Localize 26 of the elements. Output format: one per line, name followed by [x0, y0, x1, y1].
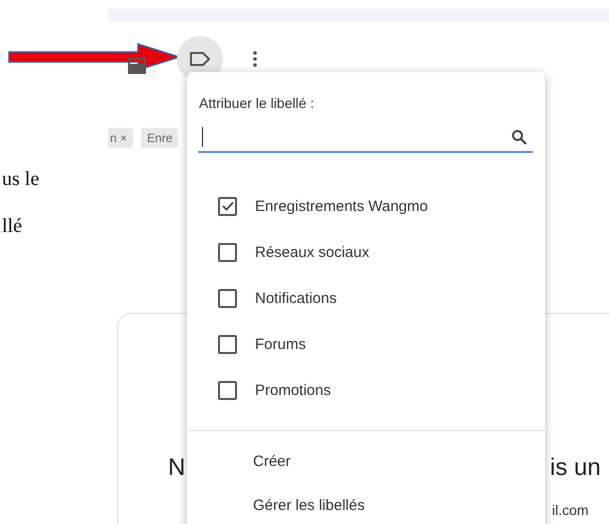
- document-text: llé: [2, 215, 22, 238]
- text-cursor: [202, 127, 203, 147]
- archive-icon[interactable]: [128, 58, 146, 74]
- card-title: N: [168, 454, 186, 482]
- label-option[interactable]: Notifications: [187, 275, 545, 321]
- document-text: us le: [2, 168, 40, 191]
- checkbox[interactable]: [218, 334, 237, 354]
- label-chip[interactable]: Enre: [141, 128, 178, 148]
- menu-item[interactable]: Créer: [253, 439, 291, 483]
- card-title: is un: [550, 454, 601, 482]
- card-subtitle: il.com: [552, 502, 589, 518]
- label-option[interactable]: Réseaux sociaux: [187, 229, 545, 275]
- label-option[interactable]: Promotions: [187, 367, 545, 413]
- checked-checkbox[interactable]: [218, 196, 237, 216]
- label-chip[interactable]: n ×: [108, 128, 134, 148]
- menu-title: Attribuer le libellé :: [199, 95, 314, 111]
- label-option[interactable]: Forums: [187, 321, 545, 367]
- menu-item[interactable]: Gérer les libellés: [253, 483, 365, 524]
- label-icon: [189, 51, 211, 67]
- more-options-icon[interactable]: [253, 51, 257, 67]
- checkbox[interactable]: [218, 380, 237, 400]
- search-icon: [511, 129, 527, 145]
- checkbox[interactable]: [218, 288, 237, 308]
- label-option[interactable]: Enregistrements Wangmo: [187, 183, 545, 229]
- checkmark-icon: [222, 201, 234, 211]
- checkbox[interactable]: [218, 242, 237, 262]
